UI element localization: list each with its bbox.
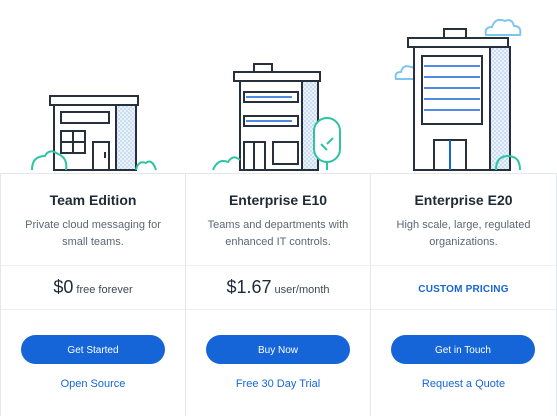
plan-name: Team Edition (49, 192, 137, 208)
plan-name: Enterprise E20 (414, 192, 513, 208)
buy-now-button[interactable]: Buy Now (206, 335, 350, 364)
request-quote-link[interactable]: Request a Quote (371, 378, 556, 390)
plan-description: Teams and departments with enhanced IT c… (207, 219, 349, 248)
pricing-plans: Team Edition Private cloud messaging for… (0, 173, 557, 416)
e20-building-icon (407, 28, 511, 171)
custom-pricing-link[interactable]: CUSTOM PRICING (418, 284, 508, 295)
plan-enterprise-e10: Enterprise E10 Teams and departments wit… (186, 173, 371, 416)
plan-description: High scale, large, regulated organizatio… (396, 219, 531, 248)
plan-price: $1.67 user/month (186, 277, 370, 305)
plan-description: Private cloud messaging for small teams. (25, 219, 161, 248)
plan-price: $0 free forever (1, 277, 185, 305)
free-trial-link[interactable]: Free 30 Day Trial (186, 378, 370, 390)
get-started-button[interactable]: Get Started (21, 335, 165, 364)
price-suffix: user/month (274, 284, 330, 296)
price-amount: $1.67 (226, 277, 272, 297)
divider (186, 265, 370, 266)
divider (186, 309, 370, 310)
building-illustrations (31, 18, 522, 171)
divider (371, 265, 556, 266)
price-suffix: free forever (76, 284, 133, 296)
divider (1, 309, 185, 310)
e10-building-icon (233, 63, 321, 171)
get-in-touch-button[interactable]: Get in Touch (391, 335, 535, 364)
plan-name: Enterprise E10 (228, 192, 328, 208)
divider (1, 265, 185, 266)
open-source-link[interactable]: Open Source (1, 378, 185, 390)
plan-enterprise-e20: Enterprise E20 High scale, large, regula… (371, 173, 557, 416)
plan-team-edition: Team Edition Private cloud messaging for… (0, 173, 186, 416)
plan-price: CUSTOM PRICING (371, 277, 556, 305)
price-amount: $0 (53, 277, 74, 297)
bush-icon (212, 156, 241, 171)
divider (371, 309, 556, 310)
